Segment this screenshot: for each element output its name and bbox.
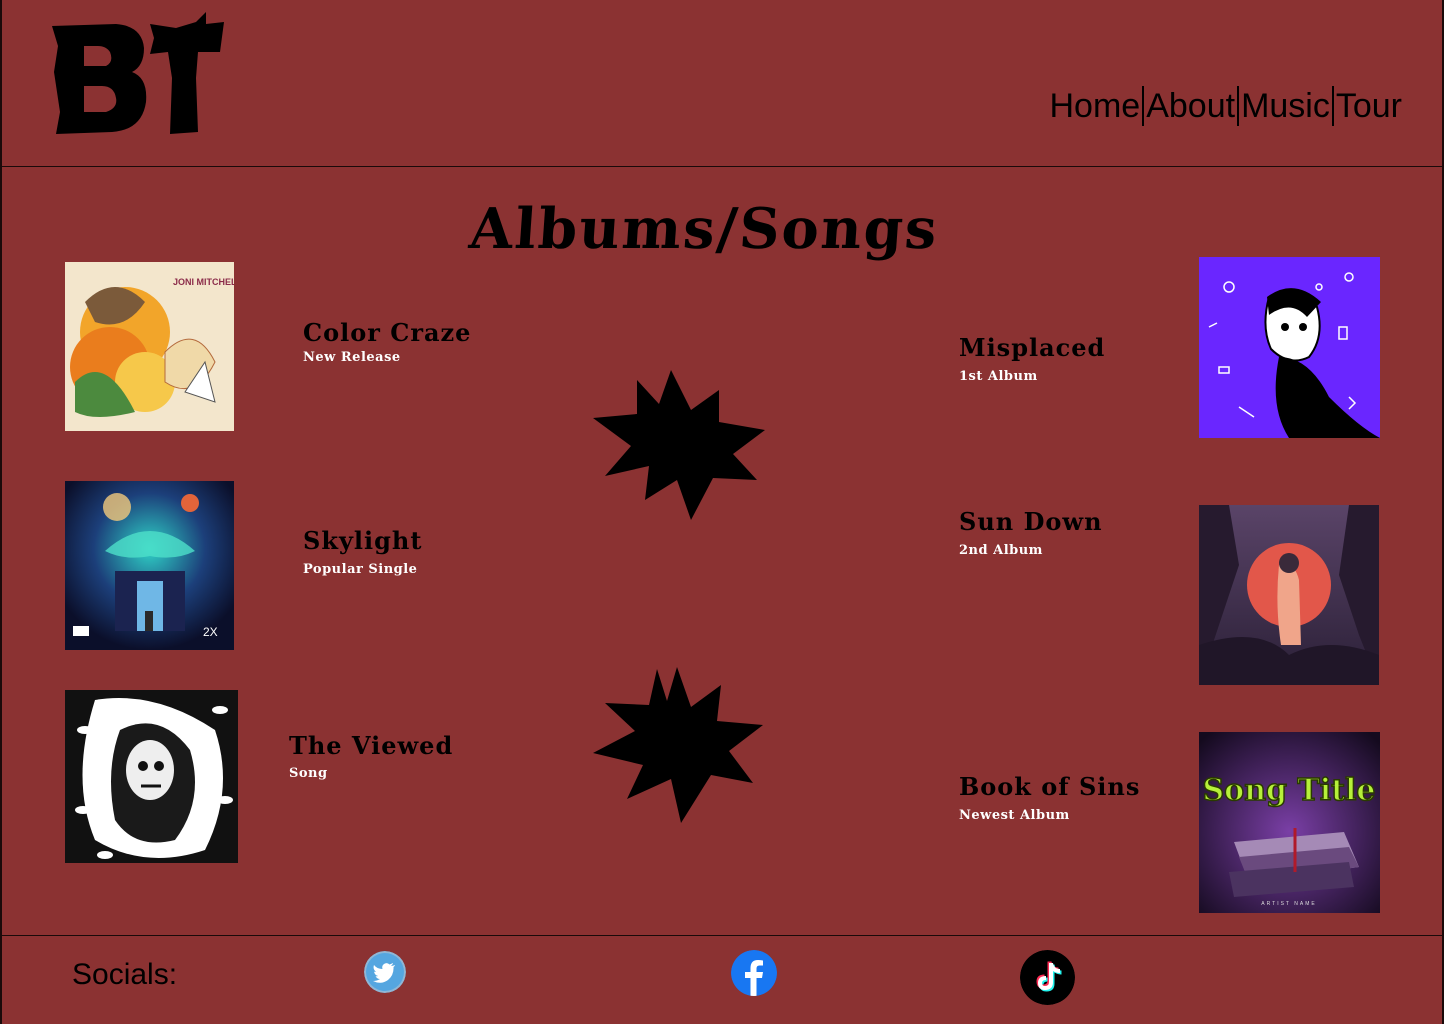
black-white-eyes-cover-art	[65, 690, 238, 863]
star-burst-icon	[593, 667, 763, 823]
svg-text:2X: 2X	[203, 625, 218, 639]
nav-divider	[1142, 86, 1145, 126]
twitter-icon[interactable]	[364, 951, 406, 993]
entry-subtitle-the-viewed: Song	[289, 766, 328, 781]
cover-misplaced[interactable]	[1199, 257, 1380, 438]
nav-tour[interactable]: Tour	[1336, 87, 1402, 126]
bt-logo[interactable]	[46, 12, 226, 138]
entry-title-sun-down[interactable]: Sun Down	[959, 507, 1103, 536]
page-title: Albums/Songs	[467, 196, 941, 262]
cover-skylight[interactable]: 2X	[65, 481, 234, 650]
nav-home[interactable]: Home	[1050, 87, 1141, 126]
entry-subtitle-misplaced: 1st Album	[959, 369, 1038, 384]
footer-divider	[0, 935, 1444, 936]
entry-title-skylight[interactable]: Skylight	[303, 526, 422, 555]
song-title-cover-art: Song Title ARTIST NAME	[1199, 732, 1380, 913]
nav-music[interactable]: Music	[1241, 87, 1330, 126]
nav-about[interactable]: About	[1146, 87, 1235, 126]
cover-the-viewed[interactable]	[65, 690, 238, 863]
entry-subtitle-color-craze: New Release	[303, 350, 401, 365]
nav-divider	[1331, 86, 1334, 126]
svg-text:ARTIST NAME: ARTIST NAME	[1261, 901, 1316, 907]
space-night-cover-art: 2X	[65, 481, 234, 650]
facebook-icon[interactable]	[731, 950, 777, 996]
entry-title-the-viewed[interactable]: The Viewed	[289, 731, 453, 760]
cover-color-craze[interactable]: JONI MITCHELL	[65, 262, 234, 431]
entry-title-book-of-sins[interactable]: Book of Sins	[959, 772, 1140, 801]
entry-title-color-craze[interactable]: Color Craze	[303, 318, 471, 347]
svg-text:JONI MITCHELL: JONI MITCHELL	[173, 277, 234, 287]
entry-subtitle-book-of-sins: Newest Album	[959, 808, 1070, 823]
star-burst-icon	[593, 370, 765, 520]
cover-sun-down[interactable]	[1199, 505, 1379, 685]
tiktok-icon[interactable]	[1020, 950, 1075, 1005]
socials-label: Socials:	[72, 958, 178, 991]
entry-subtitle-sun-down: 2nd Album	[959, 543, 1043, 558]
entry-title-misplaced[interactable]: Misplaced	[959, 333, 1105, 362]
joni-mitchell-cover-art: JONI MITCHELL	[65, 262, 234, 431]
sunset-forest-cover-art	[1199, 505, 1379, 685]
header-divider	[0, 166, 1444, 167]
cover-book-of-sins[interactable]: Song Title ARTIST NAME	[1199, 732, 1380, 913]
svg-text:Song Title: Song Title	[1203, 773, 1376, 808]
main-nav: Home About Music Tour	[1050, 86, 1402, 126]
purple-doodle-cover-art	[1199, 257, 1380, 438]
nav-divider	[1237, 86, 1240, 126]
entry-subtitle-skylight: Popular Single	[303, 562, 418, 577]
